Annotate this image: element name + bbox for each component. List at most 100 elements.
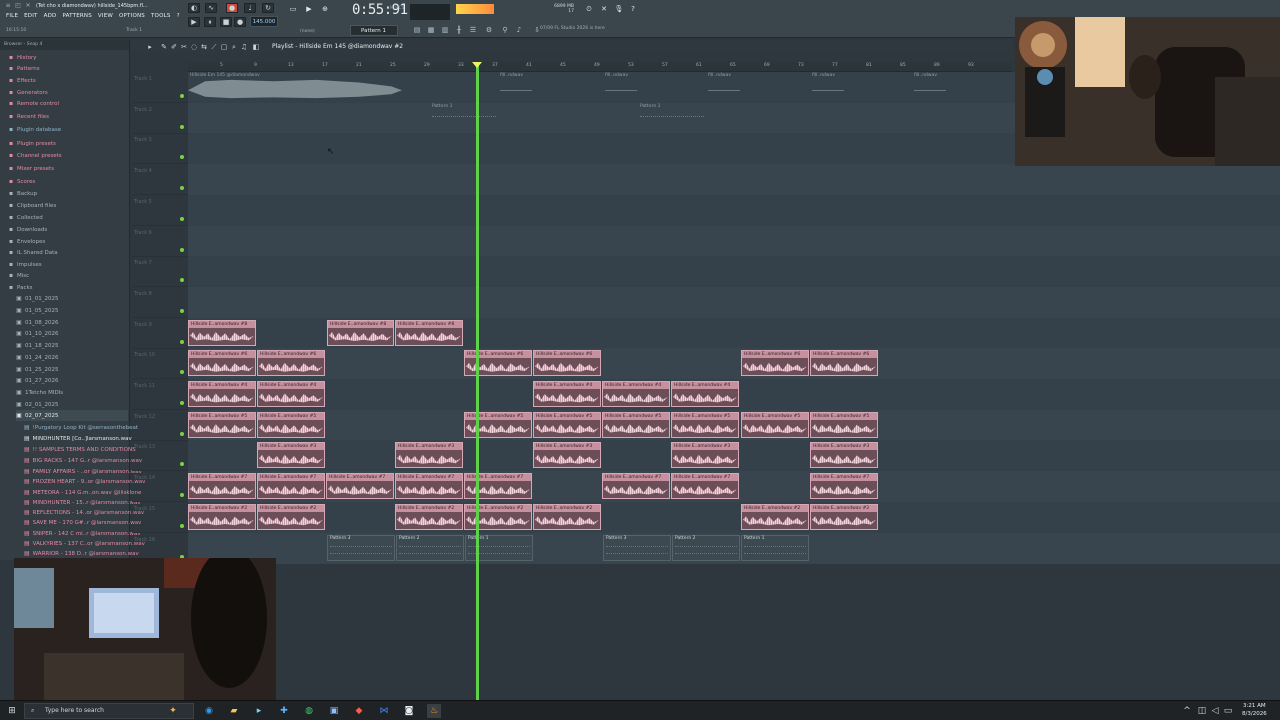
audio-clip[interactable]: Hillside E..amondwav #3 <box>395 442 463 469</box>
metronome-button[interactable]: ♩ <box>244 3 256 13</box>
audio-clip[interactable]: Hillside E..amondwav #7 <box>602 473 670 500</box>
tray-chevron-icon[interactable]: ^ <box>1180 704 1194 718</box>
track-mute-led[interactable] <box>180 493 184 498</box>
record-button[interactable]: ● <box>226 3 238 13</box>
audio-clip[interactable]: Hillside E..amondwav #7 <box>257 473 325 500</box>
audio-clip[interactable]: Hillside E..amondwav #7 <box>395 473 463 500</box>
typing-keyboard-icon[interactable]: ▭ <box>288 4 298 14</box>
track-mute-led[interactable] <box>180 94 184 98</box>
browser-item[interactable]: ▪ Collected <box>8 212 128 223</box>
menu-tools[interactable]: TOOLS <box>151 13 171 19</box>
app-icon-white[interactable]: ◙ <box>402 704 416 718</box>
audio-clip[interactable]: Hillside E..amondwav #5 <box>464 411 532 438</box>
pause-button[interactable]: ⏸ <box>204 17 216 27</box>
audio-clip[interactable]: Hillside E..amondwav #4 <box>533 381 601 407</box>
loop-button[interactable]: ↻ <box>262 3 274 13</box>
browser-item[interactable]: ▣ 02_01_2025 <box>16 399 128 410</box>
audio-clip[interactable]: Hillside E..amondwav #2 <box>464 503 532 530</box>
slip-tool-icon[interactable]: ⇆ <box>200 43 208 51</box>
pattern-selector[interactable]: Pattern 1 <box>350 25 398 36</box>
browser-item[interactable]: ▪ Mixer presets <box>8 163 128 174</box>
browser-item[interactable]: ▣ 01_01_2025 <box>16 293 128 304</box>
channel-rack-icon[interactable]: ▥ <box>440 25 450 35</box>
stop-button[interactable]: ■ <box>220 17 232 27</box>
audio-clip[interactable]: Hillside E..amondwav #5 <box>257 411 325 438</box>
track-name[interactable]: Track 10 <box>134 352 155 358</box>
mute-tool-icon[interactable]: ◌ <box>190 43 198 51</box>
fill-clip-1[interactable]: fill..ndwav <box>500 73 523 78</box>
audio-clip[interactable]: Hillside E..amondwav #2 <box>188 503 256 530</box>
browser-item[interactable]: ▪ Remote control <box>8 98 128 109</box>
browser-item[interactable]: ▣ 01_25_2025 <box>16 364 128 375</box>
track-mute-led[interactable] <box>180 216 184 221</box>
fill-clip-4[interactable]: fill..ndwav <box>812 73 835 78</box>
blend-notes-icon[interactable]: ⊕ <box>320 4 330 14</box>
browser-item[interactable]: ▪ Plugin presets <box>8 138 128 149</box>
audio-clip[interactable]: Hillside E..amondwav #6 <box>741 350 809 377</box>
audio-clip[interactable]: Hillside E..amondwav #4 <box>602 381 670 407</box>
file-explorer-icon[interactable]: ▰ <box>227 704 241 718</box>
panic-icon[interactable]: ✕ <box>599 4 609 14</box>
audio-clip[interactable]: Hillside E..amondwav #6 <box>464 350 532 377</box>
fill-clip-3[interactable]: fill..ndwav <box>708 73 731 78</box>
track-name[interactable]: Track 8 <box>134 291 152 297</box>
pattern-clip[interactable]: Pattern 3 <box>603 534 671 561</box>
audio-clip[interactable]: Hillside E..amondwav #4 <box>257 381 325 407</box>
browser-item[interactable]: ▪ Clipboard files <box>8 200 128 211</box>
browser-item[interactable]: ▪ Recent files <box>8 111 128 122</box>
track-name[interactable]: Track 16 <box>134 537 155 543</box>
track-lane[interactable] <box>188 194 1280 226</box>
timeline-ruler[interactable]: 5 9 13 17 21 25 29 33 37 41 45 49 53 57 61 65 69 73 77 81 85… <box>188 62 1012 72</box>
audio-clip[interactable]: Hillside E..amondwav #7 <box>810 473 878 500</box>
browser-item[interactable]: ▤ BIG RACKS - 147 G..r @larsmanson.wav <box>24 455 142 466</box>
help-icon[interactable]: ? <box>628 4 638 14</box>
terminal-icon[interactable]: ▸ <box>252 704 266 718</box>
playhead-line[interactable] <box>476 62 479 700</box>
audio-clip[interactable]: Hillside E..amondwav #4 <box>188 381 256 407</box>
pattern-clip[interactable]: Pattern 2 <box>396 534 464 561</box>
browser-item[interactable]: ▣ 01_10_2026 <box>16 328 128 339</box>
widget-icon[interactable]: ✦ <box>166 704 180 718</box>
track-name[interactable]: Track 12 <box>134 414 155 420</box>
menu-view[interactable]: VIEW <box>98 13 113 19</box>
track-name[interactable]: Track 13 <box>134 444 155 450</box>
audio-clip[interactable]: Hillside E..amondwav #2 <box>257 503 325 530</box>
track-name[interactable]: Track 7 <box>134 260 152 266</box>
browser-item[interactable]: ▣ 01_24_2026 <box>16 352 128 363</box>
step-edit-icon[interactable]: ▶ <box>304 4 314 14</box>
audio-clip[interactable]: Hillside E..amondwav #6 <box>188 350 256 377</box>
browser-item[interactable]: ▤ FROZEN HEART - 9..or @larsmanson.wav <box>24 476 145 487</box>
browser-item[interactable]: ▤ SAVE ME - 170 G#..r @larsmanson.wav <box>24 517 141 528</box>
delete-tool-icon[interactable]: ✂ <box>180 43 188 51</box>
track-mute-led[interactable] <box>180 401 184 405</box>
audio-clip[interactable]: Hillside E..amondwav #8 <box>327 319 394 346</box>
browser-item[interactable]: ▣ 01_27_2026 <box>16 375 128 386</box>
menu-options[interactable]: OPTIONS <box>119 13 145 19</box>
menu-file[interactable]: FILE <box>6 13 18 19</box>
browser-item[interactable]: ▪ Patterns <box>8 63 128 74</box>
track-mute-led[interactable] <box>180 155 184 160</box>
browser-item[interactable]: ▪ Scores <box>8 176 128 187</box>
browser-item[interactable]: ▪ Impulses <box>8 259 128 270</box>
menu-help[interactable]: ? <box>177 13 180 19</box>
cpu-icon[interactable]: ⏲ <box>584 4 594 14</box>
playlist-menu-icon[interactable]: ▸ <box>146 43 154 51</box>
zoom-tool-icon[interactable]: ⌕ <box>230 43 238 51</box>
windows-start-icon[interactable]: ⊞ <box>5 704 19 718</box>
audio-clip[interactable]: Hillside E..amondwav #6 <box>257 350 325 377</box>
audio-clip[interactable]: Hillside E..amondwav #6 <box>533 350 601 377</box>
browser-item[interactable]: ▣ 1Tetcho MIDIs <box>16 387 128 398</box>
track-mute-led[interactable] <box>180 186 184 191</box>
audio-clip[interactable]: Hillside E..amondwav #7 <box>464 473 532 500</box>
select-tool-icon[interactable]: ▢ <box>220 43 228 51</box>
pattern-clip[interactable]: Pattern 1 <box>741 534 809 561</box>
track-mute-led[interactable] <box>180 247 184 252</box>
audio-clip[interactable]: Hillside E..amondwav #7 <box>671 473 739 500</box>
record-options-button[interactable]: ∿ <box>205 3 217 13</box>
spotify-icon[interactable]: ◍ <box>302 704 316 718</box>
top-pattern-1-b[interactable]: Pattern 1 <box>640 104 660 109</box>
record-small-button[interactable]: ● <box>234 17 246 27</box>
app-icon-red[interactable]: ◆ <box>352 704 366 718</box>
pat-song-toggle[interactable]: ◐ <box>188 3 200 13</box>
track-lane[interactable] <box>188 348 1280 380</box>
